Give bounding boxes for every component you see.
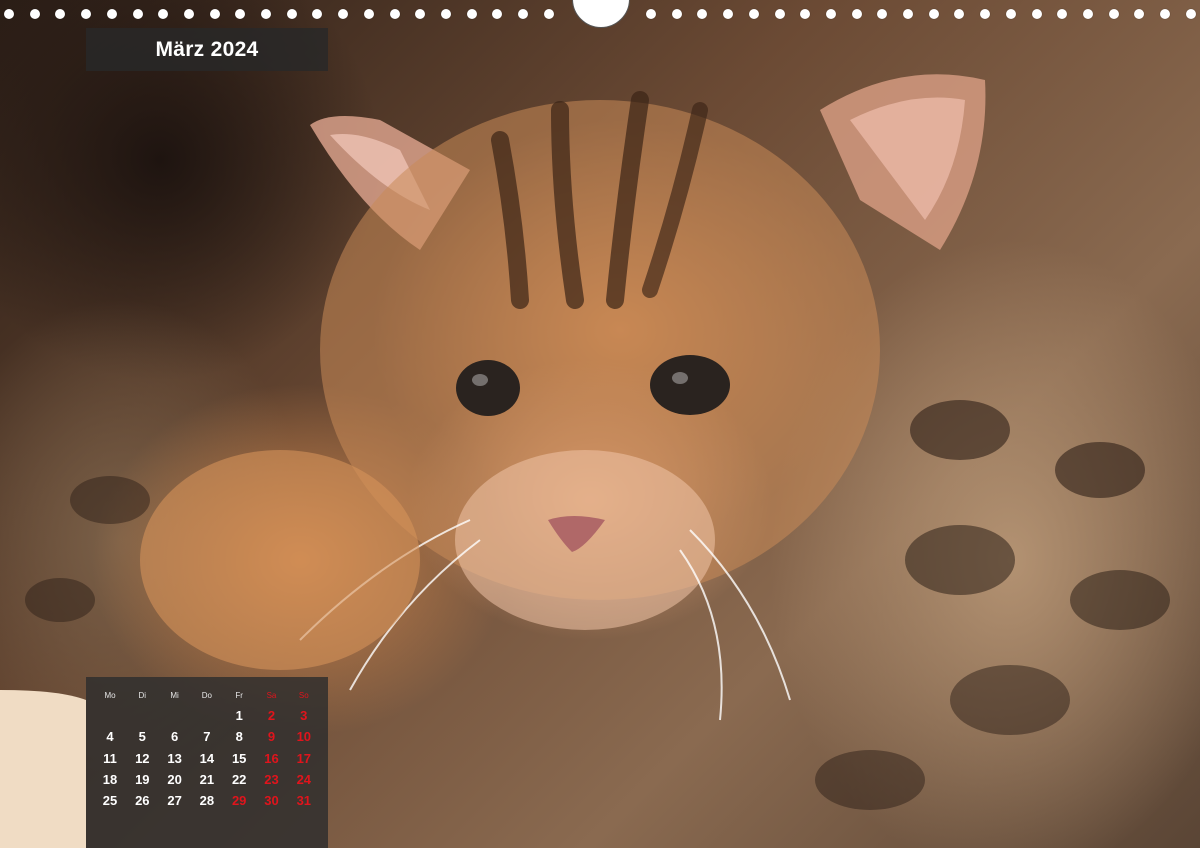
calendar-week: 25 26 27 28 29 30 31 xyxy=(94,791,320,811)
calendar-day: 29 xyxy=(231,793,247,809)
binding-hole xyxy=(492,9,503,19)
calendar-day: 11 xyxy=(103,750,117,766)
calendar-day: 28 xyxy=(199,793,215,809)
binding-hole xyxy=(1082,9,1093,19)
binding-hole xyxy=(4,9,14,19)
weekday-label: Mo xyxy=(104,691,116,700)
weekday-label: So xyxy=(298,691,309,700)
calendar-week: 1 2 3 xyxy=(94,706,320,726)
binding-hole xyxy=(1005,9,1016,19)
calendar-day: 14 xyxy=(199,750,215,766)
calendar-day: 26 xyxy=(135,793,150,809)
calendar-day: 22 xyxy=(231,771,247,787)
binding-hole xyxy=(158,9,169,19)
binding-hole xyxy=(29,9,40,19)
weekday-label: Fr xyxy=(235,691,243,700)
binding-hole xyxy=(338,9,349,19)
calendar-day: 10 xyxy=(296,729,312,745)
calendar-day: 24 xyxy=(296,771,312,787)
weekday-label: Mi xyxy=(170,691,179,700)
calendar-day: 17 xyxy=(296,750,312,766)
binding-hole xyxy=(825,9,836,19)
calendar-day: 8 xyxy=(235,729,243,745)
binding-hole xyxy=(800,9,811,19)
binding-hole xyxy=(1057,9,1068,19)
binding-hole xyxy=(415,9,426,19)
binding-hole xyxy=(286,9,297,19)
month-title-box: März 2024 xyxy=(86,28,328,71)
calendar-day: 2 xyxy=(267,708,276,723)
calendar-day: 1 xyxy=(235,708,243,723)
calendar-day: 12 xyxy=(135,750,150,766)
binding-hole xyxy=(55,9,66,19)
calendar-day: 9 xyxy=(267,729,276,745)
calendar-day: 20 xyxy=(167,771,182,787)
binding-hole xyxy=(646,9,656,19)
calendar-week: 4 5 6 7 8 9 10 xyxy=(94,727,320,747)
binding-hole xyxy=(261,9,271,19)
binding-hole xyxy=(209,9,220,19)
calendar-day: 19 xyxy=(135,771,150,787)
calendar-day: 21 xyxy=(199,771,215,787)
binding-hole xyxy=(312,9,323,19)
calendar-day: 18 xyxy=(102,771,118,787)
binding-hole xyxy=(1160,9,1170,19)
month-title: März 2024 xyxy=(155,37,259,61)
calendar-day: 6 xyxy=(170,729,179,745)
binding-hole xyxy=(518,9,528,19)
calendar-week: 11 12 13 14 15 16 17 xyxy=(94,749,320,769)
calendar-day: 30 xyxy=(264,793,279,809)
binding-hole xyxy=(1134,9,1145,19)
calendar-week: 18 19 20 21 22 23 24 xyxy=(94,770,320,790)
binding-hole xyxy=(928,9,939,19)
binding-hole xyxy=(466,9,477,19)
weekday-header: Mo Di Mi Do Fr Sa So xyxy=(94,686,320,706)
calendar-day: 23 xyxy=(264,771,279,787)
binding-hole xyxy=(954,9,965,19)
calendar-day: 25 xyxy=(102,793,118,809)
calendar-day: 16 xyxy=(264,750,279,766)
calendar-day: 7 xyxy=(203,729,211,745)
binding-hole xyxy=(235,9,246,19)
calendar-day: 15 xyxy=(231,750,247,766)
calendar-day: 5 xyxy=(138,729,146,745)
binding-hole xyxy=(980,9,991,19)
binding-hole xyxy=(183,9,194,19)
binding-hole xyxy=(903,9,913,19)
binding-hole xyxy=(1185,9,1196,19)
binding-hole xyxy=(132,9,143,19)
weekday-label: Di xyxy=(138,691,147,700)
binding-hole xyxy=(363,9,374,19)
binding-hole xyxy=(774,9,785,19)
calendar-day: 4 xyxy=(106,729,114,745)
binding-hole xyxy=(106,9,117,19)
binding-hole xyxy=(851,9,862,19)
binding-hole xyxy=(748,9,759,19)
calendar-grid: Mo Di Mi Do Fr Sa So 1 2 3 4 5 6 7 8 9 10 11 12 13 14 15 16 17 1… xyxy=(86,677,328,848)
binding-hole xyxy=(81,9,92,19)
binding-hole xyxy=(671,9,682,19)
binding-hole xyxy=(543,9,554,19)
binding-hole xyxy=(877,9,888,19)
binding-hole xyxy=(723,9,734,19)
calendar-day: 3 xyxy=(300,708,308,723)
calendar-day: 13 xyxy=(167,750,182,766)
calendar-day: 31 xyxy=(296,793,312,809)
binding-hole xyxy=(389,9,400,19)
binding-hole xyxy=(1031,9,1042,19)
weekday-label: Do xyxy=(201,691,212,700)
binding-hole xyxy=(440,9,451,19)
weekday-label: Sa xyxy=(266,691,277,700)
binding-hole xyxy=(1108,9,1119,19)
calendar-day: 27 xyxy=(167,793,182,809)
binding-hole xyxy=(697,9,708,19)
